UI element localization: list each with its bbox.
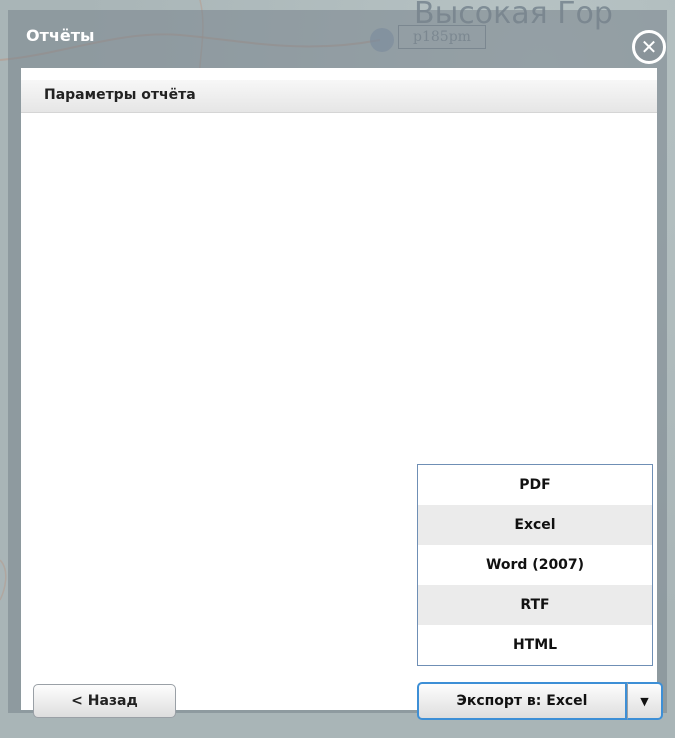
dialog-titlebar[interactable]: Отчёты (8, 10, 667, 68)
close-icon[interactable]: ✕ (632, 30, 666, 64)
menu-item-rtf[interactable]: RTF (418, 585, 652, 625)
reports-dialog: Отчёты ✕ Параметры отчёта PDF Excel Word… (8, 10, 667, 720)
panel-header: Параметры отчёта (21, 80, 657, 113)
export-format-menu: PDF Excel Word (2007) RTF HTML (417, 464, 653, 666)
menu-item-excel[interactable]: Excel (418, 505, 652, 545)
report-parameters-panel: Параметры отчёта PDF Excel Word (2007) R… (21, 68, 663, 720)
menu-item-pdf[interactable]: PDF (418, 465, 652, 505)
dialog-title: Отчёты (26, 26, 95, 45)
export-button[interactable]: Экспорт в: Excel (417, 682, 627, 720)
panel-title: Параметры отчёта (44, 87, 196, 103)
menu-item-html[interactable]: HTML (418, 625, 652, 665)
menu-item-word[interactable]: Word (2007) (418, 545, 652, 585)
chevron-down-icon[interactable]: ▼ (627, 682, 663, 720)
back-button[interactable]: < Назад (33, 684, 176, 718)
